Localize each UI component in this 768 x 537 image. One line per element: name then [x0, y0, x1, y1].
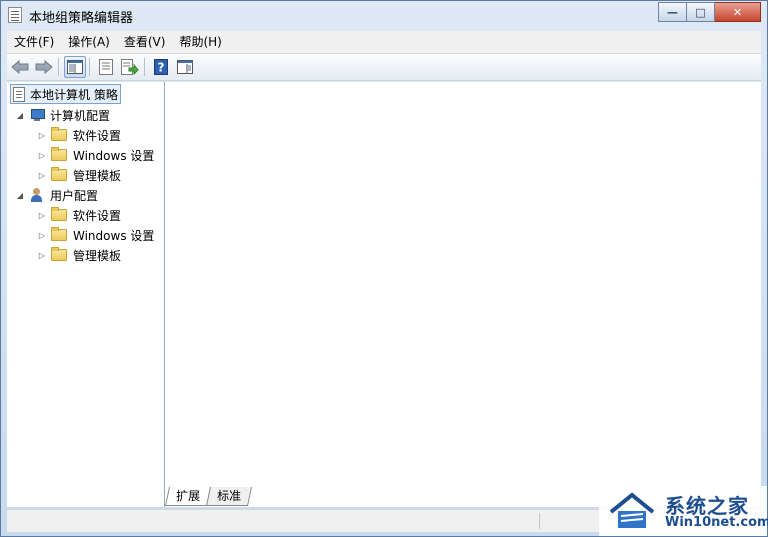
folder-icon [51, 227, 67, 241]
expand-arrow-icon[interactable]: ▷ [37, 211, 47, 220]
tree-item-user-software[interactable]: ▷ 软件设置 [37, 205, 121, 225]
menu-file[interactable]: 文件(F) [7, 32, 61, 52]
policy-document-icon [13, 86, 25, 102]
tree-item-user-admin-templates[interactable]: ▷ 管理模板 [37, 245, 121, 265]
tree-item-computer-software[interactable]: ▷ 软件设置 [37, 125, 121, 145]
menu-action[interactable]: 操作(A) [61, 32, 117, 52]
tab-standard[interactable]: 标准 [205, 487, 253, 506]
watermark-site: Win10net.com [665, 515, 768, 530]
folder-icon [51, 207, 67, 221]
tree-root[interactable]: 本地计算机 策略 [10, 84, 121, 104]
show-hide-tree-icon [67, 60, 83, 74]
computer-icon [29, 108, 45, 122]
expand-arrow-icon[interactable]: ▷ [37, 151, 47, 160]
toolbar: ? [7, 54, 761, 81]
tree-item-label: 计算机配置 [50, 108, 111, 123]
menu-view[interactable]: 查看(V) [117, 32, 173, 52]
expand-arrow-icon[interactable]: ▷ [37, 131, 47, 140]
tree-item-label: Windows 设置 [73, 148, 155, 163]
folder-icon [51, 247, 67, 261]
tree-root-label: 本地计算机 策略 [30, 87, 118, 102]
expand-arrow-icon[interactable]: ▷ [37, 171, 47, 180]
maximize-button[interactable]: □ [687, 2, 715, 22]
tree-item-user-config[interactable]: ◢ 用户配置 [15, 185, 98, 205]
house-logo-icon [609, 492, 655, 528]
properties-button[interactable] [95, 56, 117, 78]
tab-extended-label: 扩展 [176, 489, 201, 503]
show-hide-action-pane-icon [177, 60, 193, 74]
help-button[interactable]: ? [150, 56, 172, 78]
expand-arrow-icon[interactable]: ▷ [37, 251, 47, 260]
folder-icon [51, 147, 67, 161]
menu-bar: 文件(F) 操作(A) 查看(V) 帮助(H) [7, 31, 761, 54]
collapse-arrow-icon[interactable]: ◢ [15, 191, 25, 200]
toolbar-separator [89, 58, 90, 76]
folder-icon [51, 167, 67, 181]
watermark: 系统之家 Win10net.com [599, 486, 768, 536]
tree-item-label: 软件设置 [73, 128, 122, 143]
tree-item-label: Windows 设置 [73, 228, 155, 243]
tree-item-label: 管理模板 [73, 168, 122, 183]
tab-standard-label: 标准 [217, 489, 242, 503]
user-icon [29, 188, 45, 202]
svg-text:?: ? [158, 61, 165, 75]
tree-item-computer-admin-templates[interactable]: ▷ 管理模板 [37, 165, 121, 185]
window-title: 本地组策略编辑器 [29, 11, 134, 26]
toolbar-separator [144, 58, 145, 76]
title-bar[interactable]: 本地组策略编辑器 — □ ✕ [1, 1, 767, 29]
view-tabs: 扩展 标准 [164, 487, 253, 507]
details-pane[interactable] [165, 82, 761, 507]
forward-button[interactable] [33, 56, 55, 78]
back-icon [11, 60, 29, 74]
tree-item-computer-config[interactable]: ◢ 计算机配置 [15, 105, 110, 125]
help-icon: ? [154, 59, 168, 75]
content-area: 本地计算机 策略 ◢ 计算机配置 ▷ 软件设置 ▷ Windows 设置 ▷ 管… [7, 82, 761, 507]
folder-icon [51, 127, 67, 141]
tree-item-label: 用户配置 [50, 188, 99, 203]
forward-icon [35, 60, 53, 74]
export-list-icon [121, 59, 139, 75]
menu-help[interactable]: 帮助(H) [172, 32, 228, 52]
minimize-button[interactable]: — [658, 2, 687, 22]
close-button[interactable]: ✕ [715, 2, 761, 22]
expand-arrow-icon[interactable]: ▷ [37, 231, 47, 240]
properties-icon [99, 59, 113, 75]
status-divider [539, 513, 540, 529]
back-button[interactable] [9, 56, 31, 78]
export-list-button[interactable] [119, 56, 141, 78]
gpedit-app-icon [8, 7, 22, 23]
tree-item-label: 管理模板 [73, 248, 122, 263]
tree-item-label: 软件设置 [73, 208, 122, 223]
tree-pane[interactable]: 本地计算机 策略 ◢ 计算机配置 ▷ 软件设置 ▷ Windows 设置 ▷ 管… [7, 82, 165, 507]
tree-item-computer-windows[interactable]: ▷ Windows 设置 [37, 145, 154, 165]
collapse-arrow-icon[interactable]: ◢ [15, 111, 25, 120]
main-window: 本地组策略编辑器 — □ ✕ 文件(F) 操作(A) 查看(V) 帮助(H) ?… [0, 0, 768, 537]
tree-item-user-windows[interactable]: ▷ Windows 设置 [37, 225, 154, 245]
show-hide-action-pane-button[interactable] [174, 56, 196, 78]
toolbar-separator [58, 58, 59, 76]
tab-extended[interactable]: 扩展 [164, 487, 212, 506]
show-hide-tree-button[interactable] [64, 56, 86, 78]
